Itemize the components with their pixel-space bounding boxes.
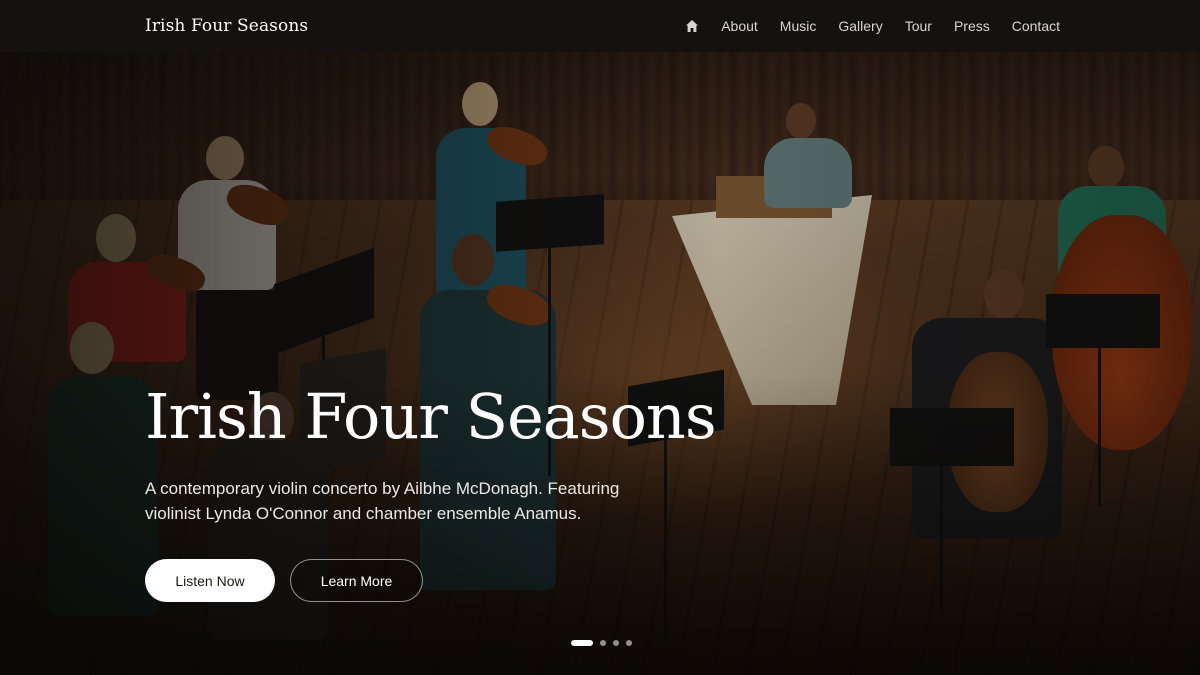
- nav-link-contact[interactable]: Contact: [1012, 18, 1060, 34]
- home-icon[interactable]: [685, 19, 699, 33]
- carousel-dot-4[interactable]: [626, 640, 632, 646]
- learn-more-button[interactable]: Learn More: [290, 559, 423, 602]
- carousel-dot-1[interactable]: [571, 640, 593, 646]
- brand-logo[interactable]: Irish Four Seasons: [145, 16, 308, 36]
- top-navbar: Irish Four Seasons About Music Gallery T…: [0, 0, 1200, 52]
- hero-buttons: Listen Now Learn More: [145, 559, 765, 602]
- nav-link-press[interactable]: Press: [954, 18, 990, 34]
- listen-now-button[interactable]: Listen Now: [145, 559, 275, 602]
- nav-link-music[interactable]: Music: [780, 18, 817, 34]
- nav-link-gallery[interactable]: Gallery: [838, 18, 882, 34]
- hero-title: Irish Four Seasons: [145, 380, 717, 453]
- carousel-dots: [571, 640, 632, 646]
- nav-links: About Music Gallery Tour Press Contact: [685, 18, 1060, 34]
- carousel-dot-3[interactable]: [613, 640, 619, 646]
- nav-link-about[interactable]: About: [721, 18, 758, 34]
- carousel-dot-2[interactable]: [600, 640, 606, 646]
- hero-content: Irish Four Seasons A contemporary violin…: [145, 386, 765, 602]
- hero-description: A contemporary violin concerto by Ailbhe…: [145, 479, 620, 523]
- nav-link-tour[interactable]: Tour: [905, 18, 932, 34]
